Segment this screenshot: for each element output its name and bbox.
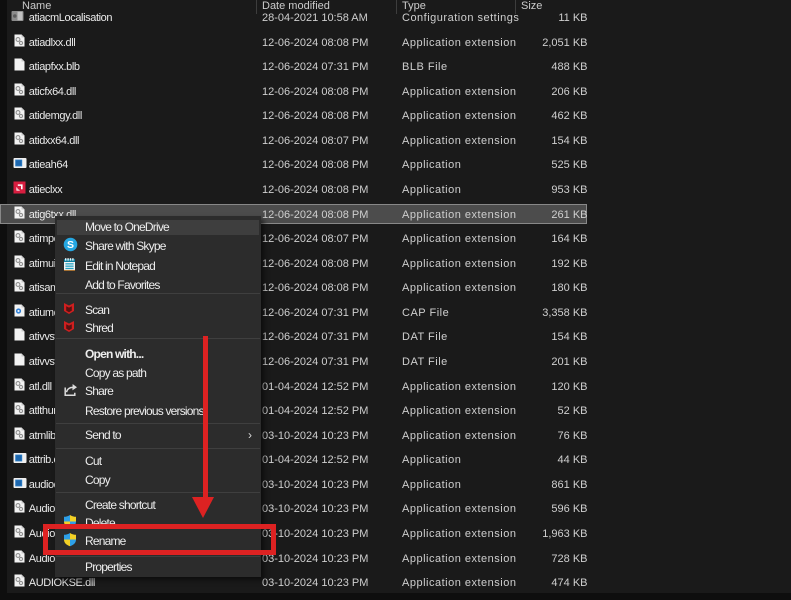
svg-text:S: S <box>66 240 73 252</box>
